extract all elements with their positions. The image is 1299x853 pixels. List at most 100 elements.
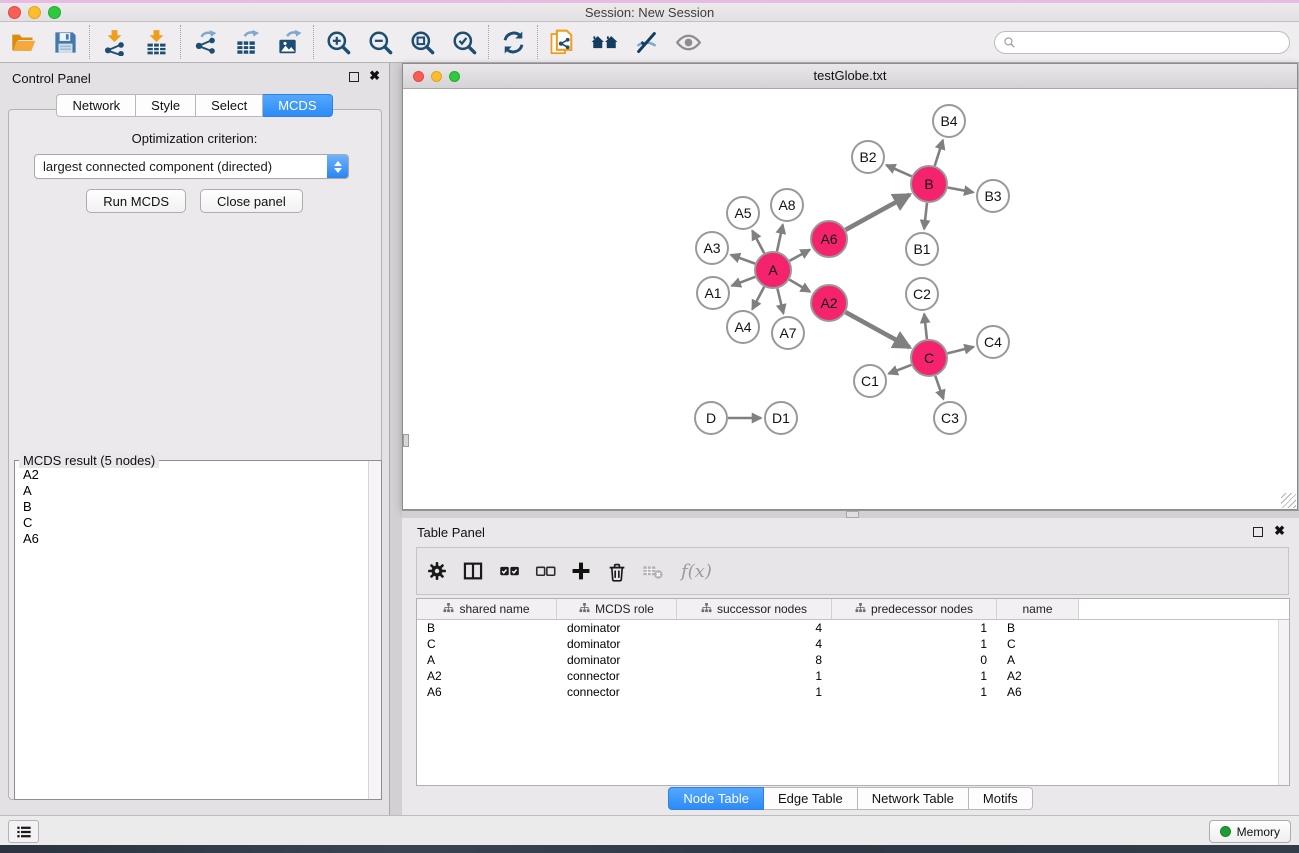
export-image-icon[interactable] xyxy=(272,25,306,59)
table-row[interactable]: Bdominator41B xyxy=(417,620,1289,636)
cell-MCDS-role[interactable]: connector xyxy=(557,684,677,700)
close-panel-button[interactable]: Close panel xyxy=(200,189,303,213)
tab-style[interactable]: Style xyxy=(136,94,196,117)
tab-network[interactable]: Network xyxy=(56,94,136,117)
run-mcds-button[interactable]: Run MCDS xyxy=(86,189,186,213)
cell-name[interactable]: A2 xyxy=(997,668,1079,684)
function-builder-icon[interactable]: f(x) xyxy=(681,561,712,582)
export-network-icon[interactable] xyxy=(188,25,222,59)
edge-A-A1[interactable] xyxy=(732,277,756,286)
cell-shared-name[interactable]: A6 xyxy=(417,684,557,700)
result-list-scrollbar[interactable] xyxy=(368,461,381,799)
edge-A-A7[interactable] xyxy=(777,289,783,314)
close-table-panel-icon[interactable]: ✖ xyxy=(1274,523,1285,539)
result-item[interactable]: B xyxy=(16,499,367,515)
edge-A-A6[interactable] xyxy=(790,250,810,261)
tab-node-table[interactable]: Node Table xyxy=(668,787,764,810)
select-all-icon[interactable] xyxy=(497,559,521,583)
edge-C-C1[interactable] xyxy=(889,365,912,374)
edge-A2-C[interactable] xyxy=(846,312,910,347)
float-panel-icon[interactable] xyxy=(349,72,359,82)
cell-name[interactable]: A xyxy=(997,652,1079,668)
open-file-icon[interactable] xyxy=(6,25,40,59)
float-table-panel-icon[interactable] xyxy=(1253,527,1263,537)
cell-shared-name[interactable]: A xyxy=(417,652,557,668)
save-icon[interactable] xyxy=(48,25,82,59)
edge-A-A2[interactable] xyxy=(789,280,810,292)
search-field[interactable] xyxy=(994,31,1290,54)
add-icon[interactable] xyxy=(569,559,593,583)
network-file-icon[interactable] xyxy=(545,25,579,59)
visibility-off-icon[interactable] xyxy=(629,25,663,59)
window-resize-grip[interactable] xyxy=(1281,493,1296,508)
edge-C-C3[interactable] xyxy=(935,376,943,399)
cell-MCDS-role[interactable]: dominator xyxy=(557,636,677,652)
node-table-scrollbar[interactable] xyxy=(1278,620,1289,785)
import-table-icon[interactable] xyxy=(139,25,173,59)
column-header-predecessor-nodes[interactable]: predecessor nodes xyxy=(832,599,997,619)
edge-B-B2[interactable] xyxy=(886,165,911,176)
zoom-selected-icon[interactable] xyxy=(447,25,481,59)
horizontal-split-handle[interactable] xyxy=(846,511,859,518)
refresh-icon[interactable] xyxy=(496,25,530,59)
zoom-out-icon[interactable] xyxy=(363,25,397,59)
split-divider-handle[interactable] xyxy=(403,434,409,447)
network-graph[interactable]: B4B2BB3A8A5A6A3B1AA1C2A2A4A7C4CC1C3DD1 xyxy=(403,89,1297,509)
cell-successor-nodes[interactable]: 8 xyxy=(677,652,832,668)
cell-predecessor-nodes[interactable]: 1 xyxy=(832,684,997,700)
cell-name[interactable]: B xyxy=(997,620,1079,636)
edge-A-A8[interactable] xyxy=(777,225,783,252)
column-header-shared-name[interactable]: shared name xyxy=(417,599,557,619)
cell-successor-nodes[interactable]: 1 xyxy=(677,668,832,684)
export-table-icon[interactable] xyxy=(230,25,264,59)
table-row[interactable]: Cdominator41C xyxy=(417,636,1289,652)
edge-C-C2[interactable] xyxy=(924,314,927,339)
result-item[interactable]: A6 xyxy=(16,531,367,547)
tab-select[interactable]: Select xyxy=(196,94,263,117)
delete-icon[interactable] xyxy=(605,559,629,583)
edge-B-B3[interactable] xyxy=(948,188,974,193)
cell-successor-nodes[interactable]: 1 xyxy=(677,684,832,700)
result-item[interactable]: A2 xyxy=(16,467,367,483)
cell-shared-name[interactable]: B xyxy=(417,620,557,636)
cell-predecessor-nodes[interactable]: 0 xyxy=(832,652,997,668)
column-header-name[interactable]: name xyxy=(997,599,1079,619)
show-panels-button[interactable] xyxy=(8,820,39,843)
cell-shared-name[interactable]: C xyxy=(417,636,557,652)
edge-C-C4[interactable] xyxy=(947,347,973,354)
edge-A6-B[interactable] xyxy=(846,195,910,230)
table-row[interactable]: Adominator80A xyxy=(417,652,1289,668)
cell-successor-nodes[interactable]: 4 xyxy=(677,636,832,652)
home-icon[interactable] xyxy=(587,25,621,59)
network-canvas[interactable]: B4B2BB3A8A5A6A3B1AA1C2A2A4A7C4CC1C3DD1 xyxy=(403,89,1297,509)
cell-predecessor-nodes[interactable]: 1 xyxy=(832,620,997,636)
column-header-successor-nodes[interactable]: successor nodes xyxy=(677,599,832,619)
cell-name[interactable]: C xyxy=(997,636,1079,652)
deselect-all-icon[interactable] xyxy=(533,559,557,583)
delete-table-icon[interactable] xyxy=(641,559,665,583)
result-item[interactable]: C xyxy=(16,515,367,531)
cell-predecessor-nodes[interactable]: 1 xyxy=(832,636,997,652)
zoom-fit-icon[interactable] xyxy=(405,25,439,59)
edge-A-A4[interactable] xyxy=(752,287,764,310)
edge-B-B1[interactable] xyxy=(924,203,927,229)
table-row[interactable]: A2connector11A2 xyxy=(417,668,1289,684)
import-network-icon[interactable] xyxy=(97,25,131,59)
optimization-criterion-dropdown[interactable]: largest connected component (directed) xyxy=(34,154,349,179)
cell-MCDS-role[interactable]: dominator xyxy=(557,620,677,636)
memory-button[interactable]: Memory xyxy=(1209,820,1291,843)
zoom-in-icon[interactable] xyxy=(321,25,355,59)
dropdown-stepper-icon[interactable] xyxy=(327,155,348,178)
cell-predecessor-nodes[interactable]: 1 xyxy=(832,668,997,684)
tab-network-table[interactable]: Network Table xyxy=(858,787,969,810)
tab-mcds[interactable]: MCDS xyxy=(263,94,332,117)
search-input[interactable] xyxy=(1021,35,1281,50)
edge-A-A5[interactable] xyxy=(752,231,764,254)
eye-icon[interactable] xyxy=(671,25,705,59)
tab-edge-table[interactable]: Edge Table xyxy=(764,787,858,810)
cell-shared-name[interactable]: A2 xyxy=(417,668,557,684)
cell-MCDS-role[interactable]: connector xyxy=(557,668,677,684)
close-panel-icon[interactable]: ✖ xyxy=(369,68,380,84)
edge-A-A3[interactable] xyxy=(731,255,755,264)
result-item[interactable]: A xyxy=(16,483,367,499)
